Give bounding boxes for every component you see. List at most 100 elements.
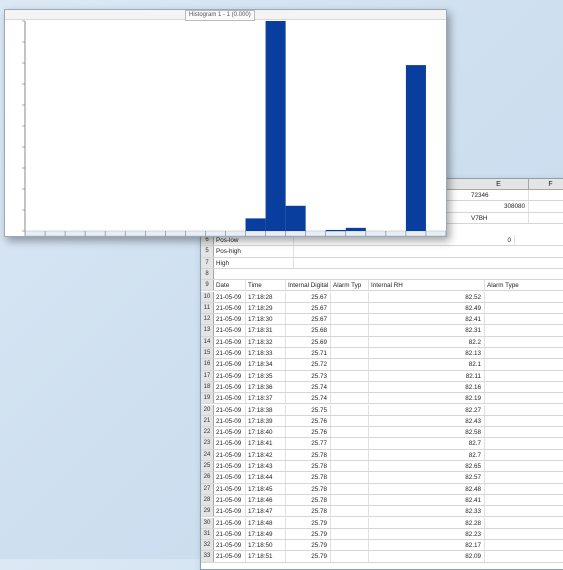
- table-row[interactable]: 20 21-05-09 17:18:38 25.75 82.27: [201, 404, 563, 416]
- table-row[interactable]: 16 21-05-09 17:18:34 25.72 82.1: [201, 359, 563, 371]
- temperature-cell[interactable]: 25.76: [286, 427, 331, 438]
- table-row[interactable]: 18 21-05-09 17:18:36 25.74 82.16: [201, 381, 563, 394]
- humidity-cell[interactable]: 82.7: [369, 438, 485, 449]
- temperature-cell[interactable]: 25.73: [286, 370, 331, 381]
- time-cell[interactable]: 17:18:45: [246, 483, 286, 494]
- humidity-cell[interactable]: 82.33: [369, 506, 485, 517]
- row-number[interactable]: 23: [201, 438, 214, 449]
- humidity-cell[interactable]: 82.17: [369, 540, 485, 551]
- column-title[interactable]: Internal Digital Te: [286, 280, 331, 291]
- humidity-cell[interactable]: 82.48: [369, 483, 485, 494]
- temperature-cell[interactable]: 25.74: [286, 381, 331, 393]
- alarm-cell[interactable]: [331, 427, 369, 438]
- date-cell[interactable]: 21-05-09: [214, 415, 246, 427]
- temperature-cell[interactable]: 25.78: [286, 506, 331, 517]
- temperature-cell[interactable]: 25.78: [286, 461, 331, 472]
- row-number[interactable]: 27: [201, 483, 214, 494]
- time-cell[interactable]: 17:18:44: [246, 472, 286, 483]
- alarm-cell[interactable]: [485, 337, 563, 347]
- row-number[interactable]: 24: [201, 449, 214, 460]
- row-number[interactable]: 18: [201, 381, 214, 393]
- alarm-cell[interactable]: [485, 461, 563, 471]
- table-header-row[interactable]: 9DateTimeInternal Digital TeAlarm TypInt…: [201, 280, 563, 292]
- alarm-cell[interactable]: [331, 517, 369, 528]
- row-number[interactable]: 10: [201, 291, 214, 302]
- table-row[interactable]: 30 21-05-09 17:18:48 25.79 82.28: [201, 517, 563, 529]
- histogram-bar[interactable]: [405, 65, 426, 231]
- date-cell[interactable]: 21-05-09: [214, 528, 246, 540]
- table-row[interactable]: 15 21-05-09 17:18:33 25.71 82.13: [201, 348, 563, 360]
- temperature-cell[interactable]: 25.78: [286, 449, 331, 460]
- table-row[interactable]: 11 21-05-09 17:18:29 25.67 82.49: [201, 302, 563, 315]
- alarm-cell[interactable]: [485, 292, 563, 302]
- alarm-cell[interactable]: [485, 325, 563, 335]
- row-number[interactable]: 20: [201, 404, 214, 415]
- table-row[interactable]: 22 21-05-09 17:18:40 25.76 82.58: [201, 427, 563, 439]
- date-cell[interactable]: 21-05-09: [214, 314, 246, 325]
- row-number[interactable]: 9: [201, 280, 214, 291]
- humidity-cell[interactable]: 82.31: [369, 325, 485, 336]
- alarm-cell[interactable]: [485, 359, 563, 369]
- row-number[interactable]: 5: [201, 246, 214, 257]
- sheet-row[interactable]: 7 High: [201, 257, 563, 269]
- row-number[interactable]: 13: [201, 325, 214, 336]
- table-row[interactable]: 31 21-05-09 17:18:49 25.79 82.23: [201, 528, 563, 541]
- alarm-cell[interactable]: [485, 405, 563, 415]
- column-header-f[interactable]: F: [529, 179, 563, 190]
- temperature-cell[interactable]: 25.79: [286, 551, 331, 562]
- alarm-cell[interactable]: [331, 551, 369, 562]
- humidity-cell[interactable]: 82.13: [369, 348, 485, 359]
- alarm-cell[interactable]: [331, 291, 369, 302]
- time-cell[interactable]: 17:18:33: [246, 348, 286, 359]
- time-cell[interactable]: 17:18:37: [246, 393, 286, 404]
- alarm-cell[interactable]: [485, 416, 563, 426]
- temperature-cell[interactable]: 25.72: [286, 359, 331, 370]
- row-number[interactable]: 11: [201, 302, 214, 314]
- table-row[interactable]: 29 21-05-09 17:18:47 25.78 82.33: [201, 506, 563, 518]
- table-row[interactable]: 14 21-05-09 17:18:32 25.69 82.2: [201, 336, 563, 348]
- temperature-cell[interactable]: 25.67: [286, 291, 331, 302]
- humidity-cell[interactable]: 82.09: [369, 551, 485, 562]
- alarm-cell[interactable]: [485, 371, 563, 381]
- threshold-value[interactable]: 0: [485, 235, 515, 246]
- histogram-bar[interactable]: [325, 229, 346, 232]
- time-cell[interactable]: 17:18:34: [246, 359, 286, 370]
- humidity-cell[interactable]: 82.28: [369, 517, 485, 528]
- alarm-cell[interactable]: [485, 450, 563, 460]
- row-number[interactable]: 16: [201, 359, 214, 370]
- alarm-cell[interactable]: [331, 449, 369, 460]
- row-number[interactable]: 28: [201, 494, 214, 506]
- alarm-cell[interactable]: [331, 472, 369, 483]
- alarm-cell[interactable]: [485, 518, 563, 528]
- histogram-bar[interactable]: [345, 227, 366, 231]
- time-cell[interactable]: 17:18:29: [246, 302, 286, 314]
- time-cell[interactable]: 17:18:42: [246, 449, 286, 460]
- date-cell[interactable]: 21-05-09: [214, 461, 246, 472]
- humidity-cell[interactable]: 82.7: [369, 449, 485, 460]
- time-cell[interactable]: 17:18:30: [246, 314, 286, 325]
- table-row[interactable]: 26 21-05-09 17:18:44 25.78 82.57: [201, 472, 563, 484]
- row-number[interactable]: 12: [201, 314, 214, 325]
- time-cell[interactable]: 17:18:51: [246, 551, 286, 562]
- row-number[interactable]: 7: [201, 257, 214, 268]
- cell-e[interactable]: 308080: [469, 201, 529, 212]
- table-row[interactable]: 21 21-05-09 17:18:39 25.76 82.43: [201, 415, 563, 428]
- row-number[interactable]: 15: [201, 348, 214, 359]
- alarm-cell[interactable]: [331, 415, 369, 427]
- column-title[interactable]: Alarm Type: [485, 280, 563, 290]
- alarm-cell[interactable]: [485, 529, 563, 539]
- temperature-cell[interactable]: 25.71: [286, 348, 331, 359]
- row-number[interactable]: 17: [201, 370, 214, 381]
- row-number[interactable]: 33: [201, 551, 214, 562]
- alarm-cell[interactable]: [485, 472, 563, 482]
- time-cell[interactable]: 17:18:50: [246, 540, 286, 551]
- row-number[interactable]: 25: [201, 461, 214, 472]
- table-row[interactable]: 32 21-05-09 17:18:50 25.79 82.17: [201, 540, 563, 552]
- row-number[interactable]: 8: [201, 268, 214, 280]
- humidity-cell[interactable]: 82.1: [369, 359, 485, 370]
- row-number[interactable]: 19: [201, 393, 214, 404]
- time-cell[interactable]: 17:18:32: [246, 336, 286, 347]
- column-title[interactable]: Time: [246, 280, 286, 291]
- alarm-cell[interactable]: [331, 404, 369, 415]
- time-cell[interactable]: 17:18:43: [246, 461, 286, 472]
